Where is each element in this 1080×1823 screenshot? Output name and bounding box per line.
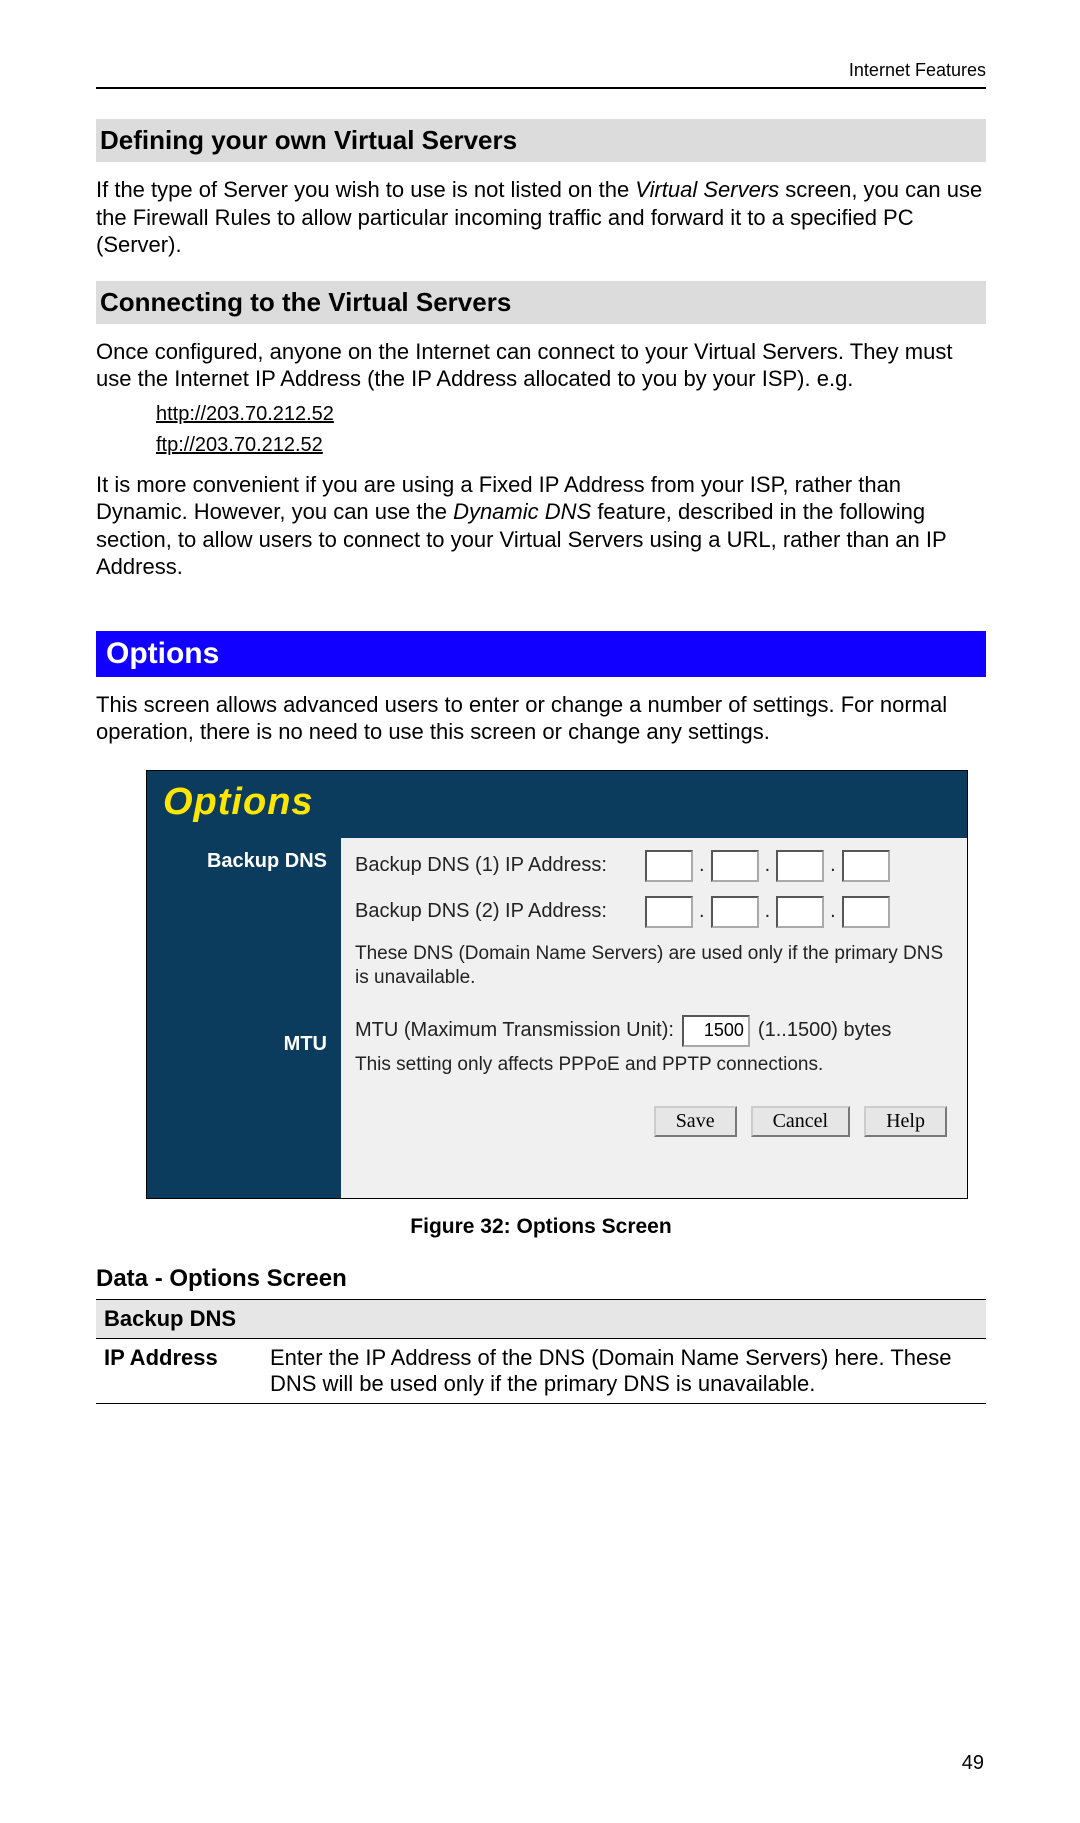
data-options-table: Backup DNS IP Address Enter the IP Addre… bbox=[96, 1299, 986, 1404]
example-urls: http://203.70.212.52 ftp://203.70.212.52 bbox=[156, 403, 986, 457]
dns1-oct2[interactable] bbox=[711, 850, 759, 882]
dynamic-dns-italic: Dynamic DNS bbox=[453, 499, 591, 524]
dns2-oct2[interactable] bbox=[711, 896, 759, 928]
options-major-heading: Options bbox=[96, 631, 986, 677]
mtu-note: This setting only affects PPPoE and PPTP… bbox=[355, 1053, 953, 1078]
dns-note: These DNS (Domain Name Servers) are used… bbox=[355, 942, 953, 991]
dot-icon: . bbox=[830, 854, 836, 877]
section-defining-heading: Defining your own Virtual Servers bbox=[96, 119, 986, 162]
dns2-label: Backup DNS (2) IP Address: bbox=[355, 900, 645, 923]
table-val-ip-address: Enter the IP Address of the DNS (Domain … bbox=[262, 1338, 986, 1403]
dns1-label: Backup DNS (1) IP Address: bbox=[355, 854, 645, 877]
mtu-label: MTU (Maximum Transmission Unit): bbox=[355, 1019, 674, 1042]
left-label-mtu: MTU bbox=[284, 1033, 327, 1056]
header-rule bbox=[96, 87, 986, 89]
dot-icon: . bbox=[765, 900, 771, 923]
dns2-oct1[interactable] bbox=[645, 896, 693, 928]
section-connecting-body2: It is more convenient if you are using a… bbox=[96, 471, 986, 581]
options-right-pane: Backup DNS (1) IP Address: . . . Backup … bbox=[341, 838, 967, 1198]
dns2-oct4[interactable] bbox=[842, 896, 890, 928]
options-screenshot: Options Backup DNS MTU Backup DNS (1) IP… bbox=[146, 770, 968, 1199]
text: If the type of Server you wish to use is… bbox=[96, 177, 635, 202]
left-label-backup-dns: Backup DNS bbox=[207, 850, 327, 873]
page-header-label: Internet Features bbox=[96, 60, 986, 81]
dns1-oct1[interactable] bbox=[645, 850, 693, 882]
example-url-http: http://203.70.212.52 bbox=[156, 403, 986, 426]
section-defining-body: If the type of Server you wish to use is… bbox=[96, 176, 986, 259]
dns2-ip-group: . . . bbox=[645, 896, 890, 928]
dot-icon: . bbox=[699, 854, 705, 877]
save-button[interactable]: Save bbox=[654, 1106, 737, 1137]
table-section-backup-dns: Backup DNS bbox=[96, 1299, 986, 1338]
dot-icon: . bbox=[830, 900, 836, 923]
page-number: 49 bbox=[962, 1752, 984, 1775]
options-intro: This screen allows advanced users to ent… bbox=[96, 691, 986, 746]
mtu-input[interactable] bbox=[682, 1015, 750, 1047]
virtual-servers-italic: Virtual Servers bbox=[635, 177, 779, 202]
options-panel-title: Options bbox=[147, 771, 967, 838]
dot-icon: . bbox=[765, 854, 771, 877]
figure-caption: Figure 32: Options Screen bbox=[96, 1215, 986, 1239]
section-connecting-heading: Connecting to the Virtual Servers bbox=[96, 281, 986, 324]
dns1-ip-group: . . . bbox=[645, 850, 890, 882]
cancel-button[interactable]: Cancel bbox=[751, 1106, 851, 1137]
help-button[interactable]: Help bbox=[864, 1106, 947, 1137]
section-connecting-body1: Once configured, anyone on the Internet … bbox=[96, 338, 986, 393]
dot-icon: . bbox=[699, 900, 705, 923]
data-options-heading: Data - Options Screen bbox=[96, 1265, 986, 1293]
table-key-ip-address: IP Address bbox=[96, 1338, 262, 1403]
mtu-hint: (1..1500) bytes bbox=[758, 1019, 891, 1042]
dns1-oct3[interactable] bbox=[776, 850, 824, 882]
dns1-oct4[interactable] bbox=[842, 850, 890, 882]
example-url-ftp: ftp://203.70.212.52 bbox=[156, 434, 986, 457]
options-left-nav: Backup DNS MTU bbox=[147, 838, 341, 1198]
dns2-oct3[interactable] bbox=[776, 896, 824, 928]
